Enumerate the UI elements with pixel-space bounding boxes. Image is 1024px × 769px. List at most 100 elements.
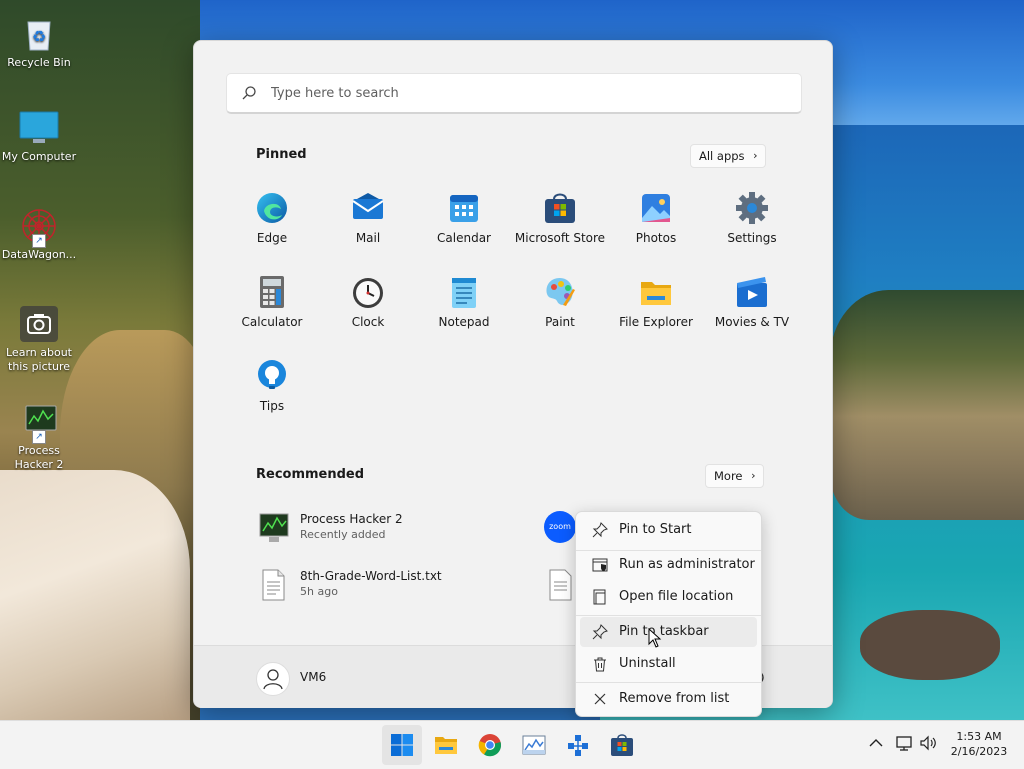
notepad-icon <box>447 275 481 309</box>
desktop-icon-learn-picture[interactable]: Learn about this picture <box>0 304 78 374</box>
taskbar-start-button[interactable] <box>382 725 422 765</box>
recommended-item-process-hacker[interactable]: Process Hacker 2 Recently added <box>256 507 496 551</box>
context-item-pin-to-start[interactable]: Pin to Start <box>580 515 757 545</box>
chevron-right-icon: › <box>753 149 758 162</box>
desktop-icon-label: Process Hacker 2 <box>14 444 64 471</box>
taskbar-file-explorer[interactable] <box>426 725 466 765</box>
pinned-app-file-explorer[interactable]: File Explorer <box>608 265 704 343</box>
context-item-label: Pin to Start <box>619 522 692 537</box>
app-label: Mail <box>355 231 381 245</box>
wallpaper-rocks <box>830 290 1024 520</box>
app-label: Microsoft Store <box>514 231 606 245</box>
pinned-app-notepad[interactable]: Notepad <box>416 265 512 343</box>
app-label: Notepad <box>438 315 490 329</box>
app-label: Settings <box>727 231 777 245</box>
volume-icon[interactable] <box>918 733 938 753</box>
desktop-icon-label: My Computer <box>1 150 77 163</box>
more-button[interactable]: More › <box>705 464 764 488</box>
pinned-app-paint[interactable]: Paint <box>512 265 608 343</box>
context-item-label: Pin to taskbar <box>619 624 709 639</box>
desktop-icon-recycle-bin[interactable]: ♻ Recycle Bin <box>0 14 78 70</box>
network-icon[interactable] <box>894 733 914 753</box>
recommended-item-name: 8th-Grade-Word-List.txt <box>300 569 442 583</box>
taskbar-microsoft-store[interactable] <box>602 725 642 765</box>
taskbar: 1:53 AM 2/16/2023 <box>0 720 1024 769</box>
folder-icon <box>639 275 673 309</box>
paint-palette-icon <box>543 275 577 309</box>
context-item-run-as-admin[interactable]: Run as administrator <box>580 550 757 580</box>
taskbar-chrome[interactable] <box>470 725 510 765</box>
search-icon <box>241 85 257 101</box>
store-icon <box>611 734 633 756</box>
context-separator <box>576 615 761 616</box>
calendar-icon <box>447 191 481 225</box>
context-item-open-file-location[interactable]: Open file location <box>580 582 757 612</box>
search-input[interactable] <box>269 82 773 104</box>
start-search-box[interactable] <box>226 73 802 114</box>
context-item-remove-from-list[interactable]: Remove from list <box>580 684 757 714</box>
desktop-icon-datawagon[interactable]: ↗ DataWagon... <box>0 206 78 262</box>
recommended-title: Recommended <box>256 467 365 482</box>
recommended-item-subtitle: 5h ago <box>300 585 338 598</box>
process-hacker-icon: ↗ <box>18 402 60 444</box>
recycle-bin-icon: ♻ <box>18 14 60 54</box>
clock-date: 2/16/2023 <box>950 745 1008 758</box>
desktop-icon-label: DataWagon... <box>1 248 77 261</box>
tray-overflow-chevron-up-icon[interactable] <box>866 733 886 753</box>
pinned-app-mail[interactable]: Mail <box>320 181 416 259</box>
desktop-icon-my-computer[interactable]: My Computer <box>0 108 78 164</box>
desktop-icon-process-hacker[interactable]: ↗ Process Hacker 2 <box>0 402 78 472</box>
recommended-item-name: Process Hacker 2 <box>300 512 403 526</box>
app-label: Paint <box>545 315 575 329</box>
app-label: Edge <box>256 231 288 245</box>
user-avatar-icon <box>256 662 290 696</box>
chevron-right-icon: › <box>751 469 756 482</box>
pinned-title: Pinned <box>256 147 307 162</box>
pin-icon <box>592 522 608 538</box>
context-item-pin-to-taskbar[interactable]: Pin to taskbar <box>580 617 757 647</box>
lightbulb-icon <box>255 359 289 393</box>
taskbar-performance-monitor[interactable] <box>514 725 554 765</box>
context-item-label: Remove from list <box>619 691 730 706</box>
text-file-icon <box>256 568 290 602</box>
user-name: VM6 <box>300 670 327 684</box>
edge-icon <box>255 191 289 225</box>
desktop-icon-label: Recycle Bin <box>7 56 71 69</box>
calculator-icon <box>255 275 289 309</box>
folder-icon <box>435 737 457 754</box>
trash-icon <box>592 656 608 672</box>
desktop-icon-label: Learn about this picture <box>6 346 72 373</box>
pin-icon <box>592 624 608 640</box>
app-label: Tips <box>259 399 285 413</box>
gear-icon <box>735 191 769 225</box>
pinned-app-edge[interactable]: Edge <box>224 181 320 259</box>
pinned-app-tips[interactable]: Tips <box>224 349 320 427</box>
pinned-app-clock[interactable]: Clock <box>320 265 416 343</box>
admin-shield-icon <box>592 557 608 573</box>
pinned-app-photos[interactable]: Photos <box>608 181 704 259</box>
pinned-app-calculator[interactable]: Calculator <box>224 265 320 343</box>
pinned-app-movies-tv[interactable]: Movies & TV <box>704 265 800 343</box>
context-item-label: Run as administrator <box>619 557 755 572</box>
monitor-icon <box>18 108 60 148</box>
pinned-app-calendar[interactable]: Calendar <box>416 181 512 259</box>
taskbar-clock[interactable]: 1:53 AM 2/16/2023 <box>940 729 1018 759</box>
spiderweb-icon: ↗ <box>18 206 60 248</box>
more-label: More <box>714 469 743 483</box>
context-item-uninstall[interactable]: Uninstall <box>580 649 757 679</box>
taskbar-network-app[interactable] <box>558 725 598 765</box>
clock-time: 1:53 AM <box>956 730 1002 743</box>
wallpaper-beach <box>0 470 190 720</box>
app-label: Movies & TV <box>714 315 790 329</box>
app-label: Calendar <box>437 231 491 245</box>
file-location-icon <box>592 589 608 605</box>
pinned-app-microsoft-store[interactable]: Microsoft Store <box>512 181 608 259</box>
all-apps-button[interactable]: All apps › <box>690 144 766 168</box>
mail-icon <box>351 191 385 225</box>
zoom-icon: zoom <box>544 511 576 543</box>
pinned-app-settings[interactable]: Settings <box>704 181 800 259</box>
app-label: Photos <box>635 231 677 245</box>
close-icon <box>592 691 608 707</box>
performance-monitor-icon <box>522 735 546 755</box>
recommended-item-word-list[interactable]: 8th-Grade-Word-List.txt 5h ago <box>256 564 496 608</box>
